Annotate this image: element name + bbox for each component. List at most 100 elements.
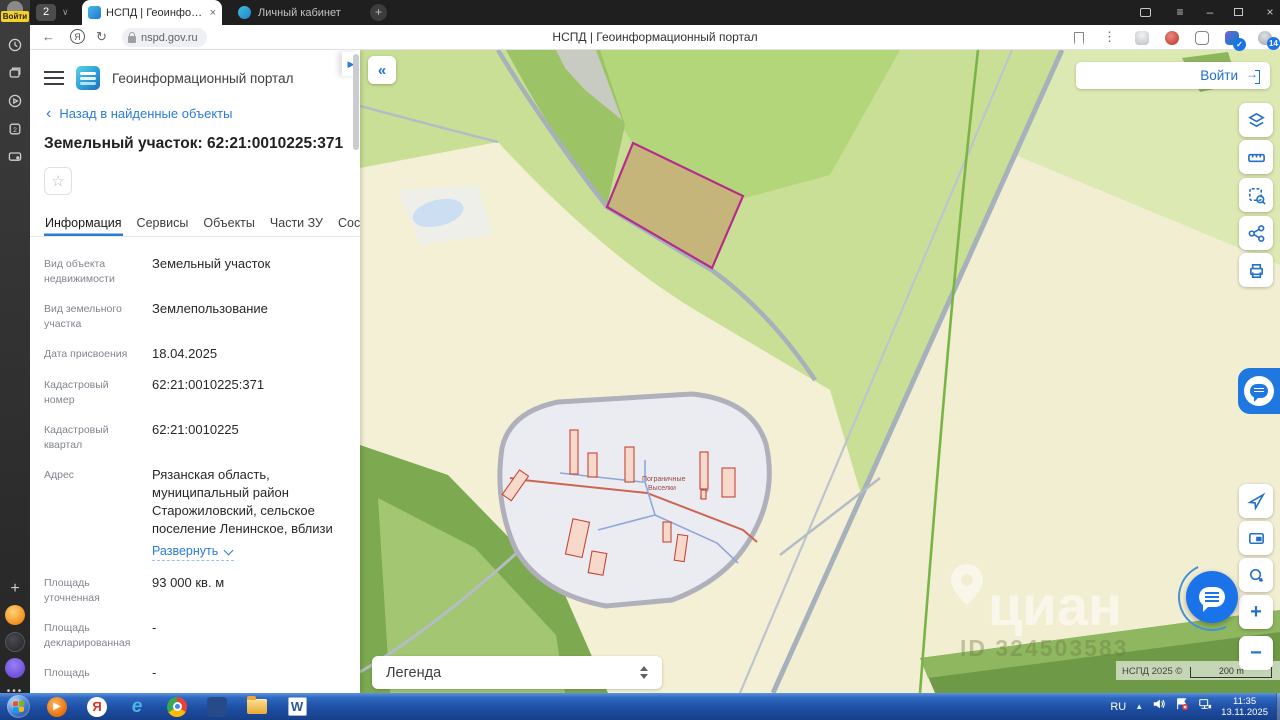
collapse-panel-button[interactable]: « bbox=[368, 56, 396, 84]
browser-tab-strip: 2 ∨ НСПД | Геоинформац × Личный кабинет … bbox=[30, 0, 1280, 25]
search-on-map-icon bbox=[1249, 568, 1263, 582]
tray-time: 11:35 bbox=[1233, 695, 1257, 707]
attribute-value-text: 62:21:0010225 bbox=[152, 422, 239, 437]
map-attribution: НСПД 2025 © 200 m bbox=[1116, 661, 1280, 680]
geolocate-button[interactable] bbox=[1239, 484, 1273, 518]
panel-tab[interactable]: Объекты bbox=[202, 209, 256, 236]
video-icon[interactable] bbox=[4, 90, 26, 112]
tab-close-icon[interactable]: × bbox=[210, 7, 216, 19]
map-login-label: Войти bbox=[1200, 68, 1238, 83]
yandex-browser-icon: Я bbox=[87, 696, 107, 717]
language-indicator[interactable]: RU bbox=[1110, 701, 1126, 713]
back-to-results-link[interactable]: ‹ Назад в найденные объекты bbox=[30, 100, 360, 131]
tabs-counter-icon[interactable]: 2 bbox=[4, 118, 26, 140]
taskbar-explorer-button[interactable] bbox=[242, 695, 272, 718]
toolbar-more-icon[interactable]: ⋮ bbox=[1103, 29, 1116, 45]
volume-icon[interactable] bbox=[1152, 697, 1166, 716]
sidebar-toggle-icon[interactable] bbox=[1140, 8, 1151, 17]
internet-explorer-icon: e bbox=[131, 695, 143, 717]
object-info-panel: Геоинформационный портал ‹ Назад в найде… bbox=[30, 50, 360, 693]
omnibox-page-title[interactable]: НСПД | Геоинформационный портал bbox=[30, 30, 1280, 44]
attribute-value: 93 000 кв. м bbox=[152, 574, 346, 606]
taskbar-wmp-button[interactable]: ▶ bbox=[42, 695, 72, 718]
attribute-row: Кадастровый квартал 62:21:0010225 bbox=[44, 421, 346, 453]
svg-text:2: 2 bbox=[13, 127, 17, 134]
tab-count-badge[interactable]: 2 bbox=[36, 4, 56, 21]
tray-expand-icon[interactable]: ▲ bbox=[1135, 702, 1143, 711]
attribute-value-text: 93 000 кв. м bbox=[152, 575, 225, 590]
taskbar-apps-button[interactable] bbox=[202, 695, 232, 718]
favorite-button[interactable]: ☆ bbox=[44, 167, 72, 195]
attribute-value-text: Земельный участок bbox=[152, 256, 271, 271]
select-area-button[interactable] bbox=[1239, 178, 1273, 212]
extension-adguard-icon[interactable] bbox=[1165, 31, 1179, 45]
attribute-label: Площадь декларированная bbox=[44, 622, 131, 649]
browser-login-badge[interactable]: Войти bbox=[1, 11, 29, 22]
chat-button[interactable] bbox=[1186, 571, 1238, 623]
map-login-button[interactable]: Войти bbox=[1076, 62, 1270, 89]
browser-toolbar: ← Я ↻ nspd.gov.ru НСПД | Геоинформационн… bbox=[30, 25, 1280, 51]
tab-list-chevron-icon[interactable]: ∨ bbox=[62, 7, 69, 18]
attribute-value: Землепользование bbox=[152, 300, 346, 332]
word-icon: W bbox=[287, 697, 307, 716]
print-button[interactable] bbox=[1239, 253, 1273, 287]
apps-grid-icon bbox=[207, 696, 227, 717]
attribute-value-text: 18.04.2025 bbox=[152, 346, 218, 361]
panel-tab-label: Части ЗУ bbox=[269, 215, 323, 230]
sidebar-add-icon[interactable]: + bbox=[4, 578, 26, 600]
taskbar-word-button[interactable]: W bbox=[282, 695, 312, 718]
legend-bar[interactable]: Легенда bbox=[372, 656, 662, 689]
star-icon: ☆ bbox=[51, 173, 65, 190]
attribute-value-text: Землепользование bbox=[152, 301, 268, 316]
nspd-favicon bbox=[88, 6, 101, 19]
yandex-mail-icon[interactable] bbox=[5, 632, 25, 652]
history-icon[interactable] bbox=[4, 34, 26, 56]
extension-generic-icon[interactable] bbox=[1135, 31, 1149, 45]
panel-tab[interactable]: Соста bbox=[337, 209, 360, 236]
attribute-label: Дата присвоения bbox=[44, 348, 128, 360]
chrome-icon bbox=[167, 696, 187, 717]
minimize-button[interactable]: – bbox=[1202, 5, 1218, 19]
network-icon[interactable] bbox=[1198, 697, 1212, 716]
share-icon bbox=[1248, 224, 1264, 242]
collections-icon[interactable] bbox=[4, 62, 26, 84]
extension-tab-icon[interactable] bbox=[1195, 31, 1209, 45]
show-desktop-button[interactable] bbox=[1276, 693, 1280, 720]
overview-map-button[interactable] bbox=[1239, 521, 1273, 555]
attribute-value-text: Рязанская область, муниципальный район С… bbox=[152, 467, 333, 536]
map-canvas[interactable]: Пограничные Выселки циан ID 324503583 « … bbox=[360, 50, 1280, 693]
share-button[interactable] bbox=[1239, 216, 1273, 250]
tab-personal-account[interactable]: Личный кабинет bbox=[230, 0, 360, 25]
expand-address-link[interactable]: Развернуть bbox=[152, 542, 235, 561]
attribute-row: Вид земельного участка Землепользование bbox=[44, 300, 346, 332]
bookmark-flag-icon[interactable] bbox=[1074, 32, 1084, 45]
taskbar-ie-button[interactable]: e bbox=[122, 695, 152, 718]
panel-scrollbar[interactable] bbox=[353, 54, 359, 150]
tab-personal-account-title: Личный кабинет bbox=[258, 6, 341, 19]
attribute-value: 62:21:0010225:371 bbox=[152, 376, 346, 408]
feedback-tab[interactable] bbox=[1238, 368, 1280, 414]
panel-tab[interactable]: Части ЗУ bbox=[269, 209, 324, 236]
tab-nspd[interactable]: НСПД | Геоинформац × bbox=[82, 0, 222, 25]
attribute-row: Площадь - bbox=[44, 664, 346, 682]
panel-tab[interactable]: Информация bbox=[44, 209, 123, 236]
maximize-button[interactable] bbox=[1234, 8, 1243, 16]
start-button[interactable] bbox=[7, 695, 30, 718]
measure-button[interactable] bbox=[1239, 140, 1273, 174]
browser-menu-icon[interactable]: ≡ bbox=[1172, 5, 1188, 19]
taskbar-yandex-button[interactable]: Я bbox=[82, 695, 112, 718]
alice-assistant-icon[interactable] bbox=[5, 658, 25, 678]
panel-tab[interactable]: Сервисы bbox=[136, 209, 190, 236]
attribute-label: Адрес bbox=[44, 469, 75, 481]
action-center-icon[interactable] bbox=[1175, 697, 1189, 716]
new-tab-button[interactable]: + bbox=[370, 4, 387, 21]
screencast-icon[interactable] bbox=[4, 146, 26, 168]
attribute-value: 18.04.2025 bbox=[152, 345, 346, 363]
yandex-music-icon[interactable] bbox=[5, 605, 25, 625]
attribute-value-text: - bbox=[152, 620, 157, 635]
tray-clock[interactable]: 11:35 13.11.2025 bbox=[1221, 696, 1276, 718]
menu-icon[interactable] bbox=[44, 71, 64, 85]
close-window-button[interactable]: × bbox=[1262, 5, 1278, 19]
layers-button[interactable] bbox=[1239, 103, 1273, 137]
taskbar-chrome-button[interactable] bbox=[162, 695, 192, 718]
